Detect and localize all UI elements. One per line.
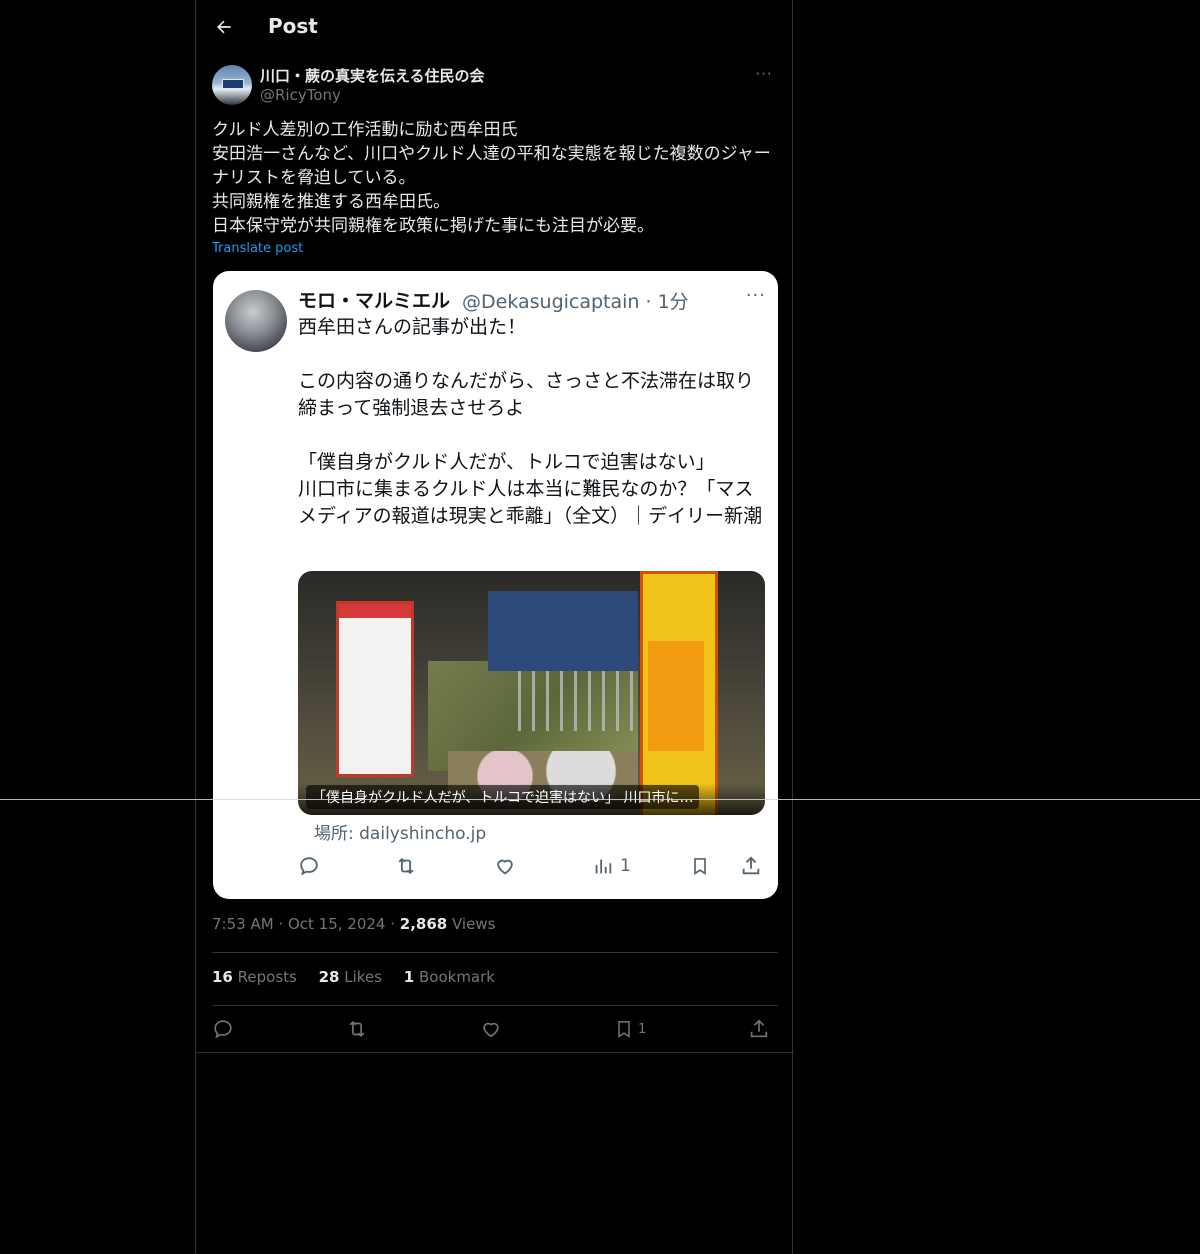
post-image[interactable]: モロ・マルミエル @Dekasugicaptain · 1分 ··· 西牟田さん… <box>213 271 778 899</box>
heart-icon <box>497 859 513 875</box>
heart-icon <box>483 1022 499 1038</box>
embedded-avatar <box>225 290 287 352</box>
divider <box>212 952 778 953</box>
share-icon <box>750 1019 768 1038</box>
embedded-views: 1 <box>592 853 631 879</box>
reposts-label: Reposts <box>232 968 297 986</box>
overlay-guide-line <box>0 799 1200 800</box>
reply-button[interactable] <box>212 1016 234 1042</box>
author-handle[interactable]: @RicyTony <box>260 86 341 104</box>
embedded-share <box>740 853 762 879</box>
embedded-repost <box>394 853 418 879</box>
views-icon <box>595 859 612 874</box>
bookmarks-count: 1 <box>403 968 415 986</box>
garbage-sign-left-header <box>339 604 411 618</box>
arrow-left-icon <box>217 20 231 34</box>
bookmark-count: 1 <box>638 1021 647 1037</box>
likes-stat[interactable]: 28 Likes <box>319 968 382 986</box>
reposts-stat[interactable]: 16 Reposts <box>212 968 297 986</box>
embedded-link-card-photo: 「僕自身がクルド人だが、トルコで迫害はない」 川口市に… <box>298 571 765 815</box>
post-time[interactable]: 7:53 AM · Oct 15, 2024 · <box>212 915 400 933</box>
embedded-reply <box>298 853 320 879</box>
share-button[interactable] <box>748 1016 770 1042</box>
bookmarks-stat[interactable]: 1 Bookmark <box>404 968 495 986</box>
avatar[interactable] <box>212 65 252 105</box>
fence <box>518 661 648 731</box>
post-author: 川口・蕨の真実を伝える住民の会 @RicyTony ··· <box>212 65 778 109</box>
bookmarks-label: Bookmark <box>414 968 495 986</box>
action-bar: 1 <box>212 1012 778 1046</box>
repost-button[interactable] <box>345 1016 369 1042</box>
more-icon: ··· <box>755 65 773 83</box>
embedded-like <box>494 853 516 879</box>
reply-icon <box>214 1020 232 1039</box>
bookmark-icon <box>618 1021 630 1038</box>
back-button[interactable] <box>210 13 238 41</box>
repost-icon <box>398 857 414 875</box>
top-bar: Post <box>196 0 794 54</box>
link-card-source: 場所: dailyshincho.jp <box>314 824 487 844</box>
translate-post-link[interactable]: Translate post <box>212 241 303 256</box>
share-icon <box>742 856 760 875</box>
main-column: Post 川口・蕨の真実を伝える住民の会 @RicyTony ··· クルド人差… <box>195 0 794 1254</box>
embedded-views-count: 1 <box>620 856 631 876</box>
garbage-sign-left <box>336 601 414 777</box>
bookmark-button[interactable]: 1 <box>614 1016 646 1042</box>
bookmark-icon <box>694 858 706 876</box>
yellow-sign-panel <box>648 641 704 751</box>
reposts-count: 16 <box>212 968 233 986</box>
more-options-button[interactable]: ··· <box>750 65 778 85</box>
embedded-bookmark <box>690 853 710 879</box>
embedded-action-bar: 1 <box>298 853 768 883</box>
link-card-caption: 「僕自身がクルド人だが、トルコで迫害はない」 川口市に… <box>306 785 700 809</box>
post-text: クルド人差別の工作活動に励む西牟田氏 安田浩一さんなど、川口やクルド人達の平和な… <box>212 120 771 236</box>
divider <box>212 1005 778 1006</box>
engagement-stats: 16 Reposts 28 Likes 1 Bookmark <box>212 968 512 986</box>
embedded-tweet-text: 西牟田さんの記事が出た！ この内容の通りなんだがら、さっさと不法滞在は取り締まっ… <box>298 316 763 527</box>
truck-body <box>488 591 638 671</box>
author-display-name[interactable]: 川口・蕨の真実を伝える住民の会 <box>260 65 485 86</box>
reply-icon <box>300 857 318 876</box>
post-timestamp-views: 7:53 AM · Oct 15, 2024 · 2,868 Views <box>212 915 495 933</box>
views-label: Views <box>447 915 496 933</box>
avatar-sign-shape <box>222 79 244 89</box>
repost-icon <box>349 1020 365 1038</box>
like-button[interactable] <box>480 1016 502 1042</box>
views-count: 2,868 <box>399 915 448 933</box>
likes-count: 28 <box>318 968 340 986</box>
page-title: Post <box>268 14 318 38</box>
embedded-more-icon: ··· <box>745 285 766 306</box>
embedded-display-name: モロ・マルミエル <box>298 290 451 312</box>
embedded-handle-time: @Dekasugicaptain · 1分 <box>462 291 689 313</box>
divider <box>196 1052 794 1053</box>
likes-label: Likes <box>339 968 382 986</box>
